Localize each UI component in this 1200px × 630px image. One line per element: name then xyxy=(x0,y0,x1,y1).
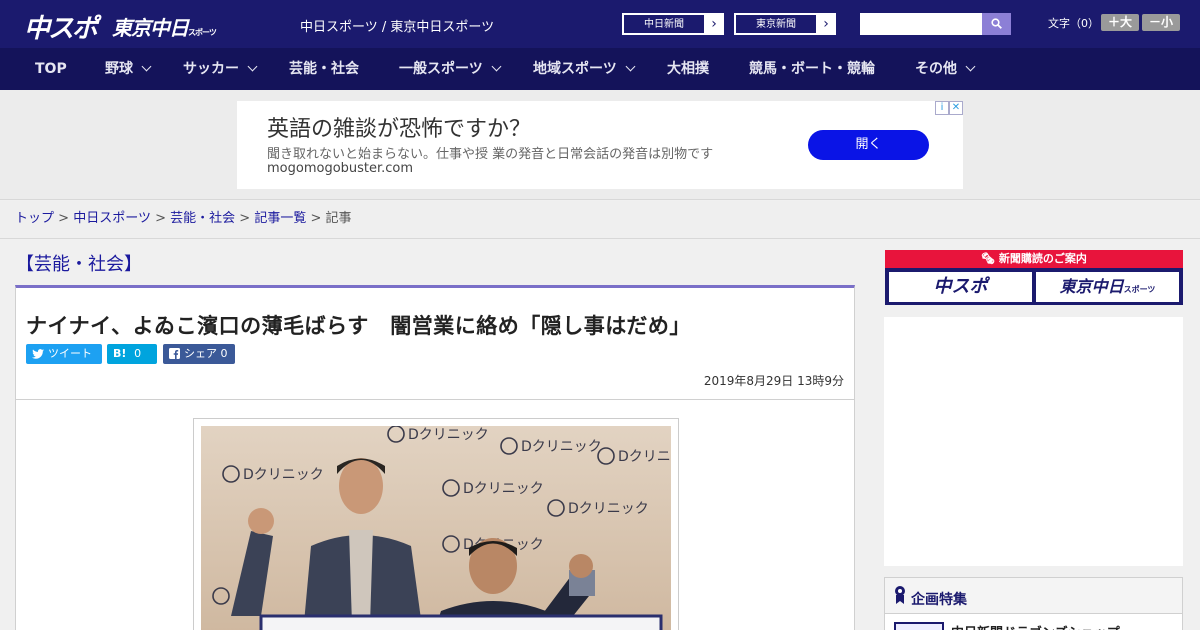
subscription-header: 🗞 新聞購読のご案内 xyxy=(885,250,1183,268)
facebook-count: 0 xyxy=(220,347,228,360)
chevron-down-icon xyxy=(247,61,258,72)
ad-title[interactable]: 英語の雑談が恐怖ですか？ xyxy=(267,111,531,143)
article-photo-frame: Dクリニック Dクリニック Dクリニック Dクリニック Dクリニック Dクリニッ… xyxy=(193,418,679,630)
nav-item-label: TOP xyxy=(35,61,67,77)
ribbon-icon xyxy=(895,586,905,604)
chunichi-shimbun-button[interactable]: 中日新聞 › xyxy=(622,13,724,35)
twitter-icon xyxy=(32,349,44,359)
chuspo-logo[interactable]: 中スポ xyxy=(24,8,98,45)
site-links[interactable]: 中日スポーツ / 東京中日スポーツ xyxy=(300,16,494,35)
nav-item-top[interactable]: TOP xyxy=(35,48,67,90)
facebook-share-label: シェア xyxy=(184,347,217,360)
sidebar-ad-slot xyxy=(884,317,1183,566)
tweet-button[interactable]: ツイート xyxy=(26,344,102,364)
ad-banner[interactable]: 英語の雑談が恐怖ですか？ 聞き取れないと始まらない。仕事や授 業の発音と日常会話… xyxy=(237,101,963,189)
nav-item-label: 野球 xyxy=(105,61,133,77)
ad-banner-area: 英語の雑談が恐怖ですか？ 聞き取れないと始まらない。仕事や授 業の発音と日常会話… xyxy=(0,90,1200,200)
breadcrumb-separator: > xyxy=(239,211,251,226)
feature-item-link[interactable]: 中日新聞ドラゴンズショップ xyxy=(951,622,1120,630)
hatena-count: 0 xyxy=(134,347,142,360)
nav-item-entertainment[interactable]: 芸能・社会 xyxy=(289,48,359,90)
facebook-icon xyxy=(169,348,180,359)
backdrop-text: Dクリニック xyxy=(568,501,649,517)
breadcrumb-article-list[interactable]: 記事一覧 xyxy=(254,211,306,226)
tokyo-chunichi-logo-text: 東京中日 xyxy=(112,16,189,40)
backdrop-text: Dクリニック xyxy=(408,427,489,443)
backdrop-text: Dクリニック xyxy=(521,439,602,455)
font-size-label: 文字（0） xyxy=(1048,17,1099,30)
chevron-down-icon xyxy=(625,61,636,72)
tokyo-chunichi-subscribe-sub: スポーツ xyxy=(1123,285,1156,294)
nav-item-label: その他 xyxy=(915,61,957,77)
font-size-down-button[interactable]: －小 xyxy=(1142,14,1180,31)
breadcrumb: トップ > 中日スポーツ > 芸能・社会 > 記事一覧 > 記事 xyxy=(0,201,1200,239)
backdrop-text: Dクリニック xyxy=(463,481,544,497)
feature-box: 企画特集 中日新聞ドラゴンズショップ xyxy=(884,577,1183,630)
ad-open-button[interactable]: 開く xyxy=(808,130,929,160)
nav-item-sumo[interactable]: 大相撲 xyxy=(667,48,709,90)
tokyo-chunichi-subscribe-text: 東京中日 xyxy=(1059,277,1124,296)
hatena-bookmark-icon: B! xyxy=(113,347,127,360)
chevron-down-icon xyxy=(491,61,502,72)
subscription-banner[interactable]: 🗞 新聞購読のご案内 中スポ 東京中日スポーツ xyxy=(885,250,1183,305)
chevron-down-icon xyxy=(965,61,976,72)
breadcrumb-chunichi-sports[interactable]: 中日スポーツ xyxy=(73,211,151,226)
nav-item-local-sports[interactable]: 地域スポーツ xyxy=(533,48,636,90)
chevron-right-icon: › xyxy=(823,16,829,32)
backdrop-text: Dクリニック xyxy=(243,467,324,483)
nav-item-label: 競馬・ボート・競輪 xyxy=(749,61,875,77)
site-header: 中スポ 東京中日スポーツ 中日スポーツ / 東京中日スポーツ 中日新聞 › 東京… xyxy=(0,0,1200,48)
nav-item-label: 大相撲 xyxy=(667,61,709,77)
nav-item-general-sports[interactable]: 一般スポーツ xyxy=(399,48,502,90)
article-headline: ナイナイ、よゐこ濱口の薄毛ばらす 闇営業に絡め「隠し事はだめ」 xyxy=(26,314,691,338)
breadcrumb-separator: > xyxy=(155,211,166,226)
search-icon xyxy=(991,18,1002,29)
nav-item-racing[interactable]: 競馬・ボート・競輪 xyxy=(749,48,875,90)
tokyo-chunichi-logo[interactable]: 東京中日スポーツ xyxy=(112,12,217,41)
chevron-right-icon: › xyxy=(711,16,717,32)
feature-header: 企画特集 xyxy=(885,578,1182,614)
nav-item-label: サッカー xyxy=(183,61,239,77)
subscription-header-text: 新聞購読のご案内 xyxy=(998,252,1087,265)
ad-choices-icon[interactable]: i xyxy=(935,101,949,115)
facebook-share-button[interactable]: シェア 0 xyxy=(163,344,235,364)
breadcrumb-entertainment[interactable]: 芸能・社会 xyxy=(170,211,235,226)
hatena-bookmark-button[interactable]: B! 0 xyxy=(107,344,157,364)
font-size-up-button[interactable]: ＋大 xyxy=(1101,14,1139,31)
breadcrumb-top[interactable]: トップ xyxy=(15,211,54,226)
article-photo[interactable]: Dクリニック Dクリニック Dクリニック Dクリニック Dクリニック Dクリニッ… xyxy=(201,426,671,630)
chuspo-subscribe-logo[interactable]: 中スポ xyxy=(889,272,1032,302)
breadcrumb-separator: > xyxy=(310,211,322,226)
article-date: 2019年8月29日 13時9分 xyxy=(703,374,844,388)
nav-item-label: 地域スポーツ xyxy=(533,61,617,77)
chevron-down-icon xyxy=(141,61,152,72)
ad-description: 聞き取れないと始まらない。仕事や授 業の発音と日常会話の発音は別物です xyxy=(267,147,714,162)
nav-item-baseball[interactable]: 野球 xyxy=(105,48,152,90)
feature-title: 企画特集 xyxy=(911,592,967,608)
tokyo-chunichi-subscribe-logo[interactable]: 東京中日スポーツ xyxy=(1036,272,1179,302)
article-card: ナイナイ、よゐこ濱口の薄毛ばらす 闇営業に絡め「隠し事はだめ」 ツイート B! … xyxy=(15,285,855,630)
search-button[interactable] xyxy=(982,13,1011,35)
tokyo-shimbun-label: 東京新聞 xyxy=(735,14,817,34)
tokyo-shimbun-button[interactable]: 東京新聞 › xyxy=(734,13,836,35)
main-nav: TOP 野球 サッカー 芸能・社会 一般スポーツ 地域スポーツ 大相撲 競馬・ボ… xyxy=(0,48,1200,90)
article-category: 【芸能・社会】 xyxy=(16,254,142,275)
breadcrumb-current: 記事 xyxy=(325,211,352,226)
nav-item-soccer[interactable]: サッカー xyxy=(183,48,258,90)
tokyo-chunichi-logo-sub: スポーツ xyxy=(188,28,217,37)
search-input[interactable] xyxy=(860,13,984,35)
ad-url[interactable]: mogomogobuster.com xyxy=(267,161,413,176)
photo-illustration: Dクリニック Dクリニック Dクリニック Dクリニック Dクリニック Dクリニッ… xyxy=(201,426,671,630)
backdrop-text: Dクリニック xyxy=(618,449,671,465)
feature-thumbnail[interactable] xyxy=(894,622,944,630)
newspaper-icon: 🗞 xyxy=(981,252,999,265)
nav-item-label: 一般スポーツ xyxy=(399,61,483,77)
divider xyxy=(16,399,854,400)
breadcrumb-separator: > xyxy=(58,211,70,226)
nav-item-label: 芸能・社会 xyxy=(289,61,359,77)
chunichi-shimbun-label: 中日新聞 xyxy=(623,14,705,34)
close-icon[interactable]: ✕ xyxy=(949,101,963,115)
nav-item-other[interactable]: その他 xyxy=(915,48,976,90)
tweet-label: ツイート xyxy=(48,347,92,360)
